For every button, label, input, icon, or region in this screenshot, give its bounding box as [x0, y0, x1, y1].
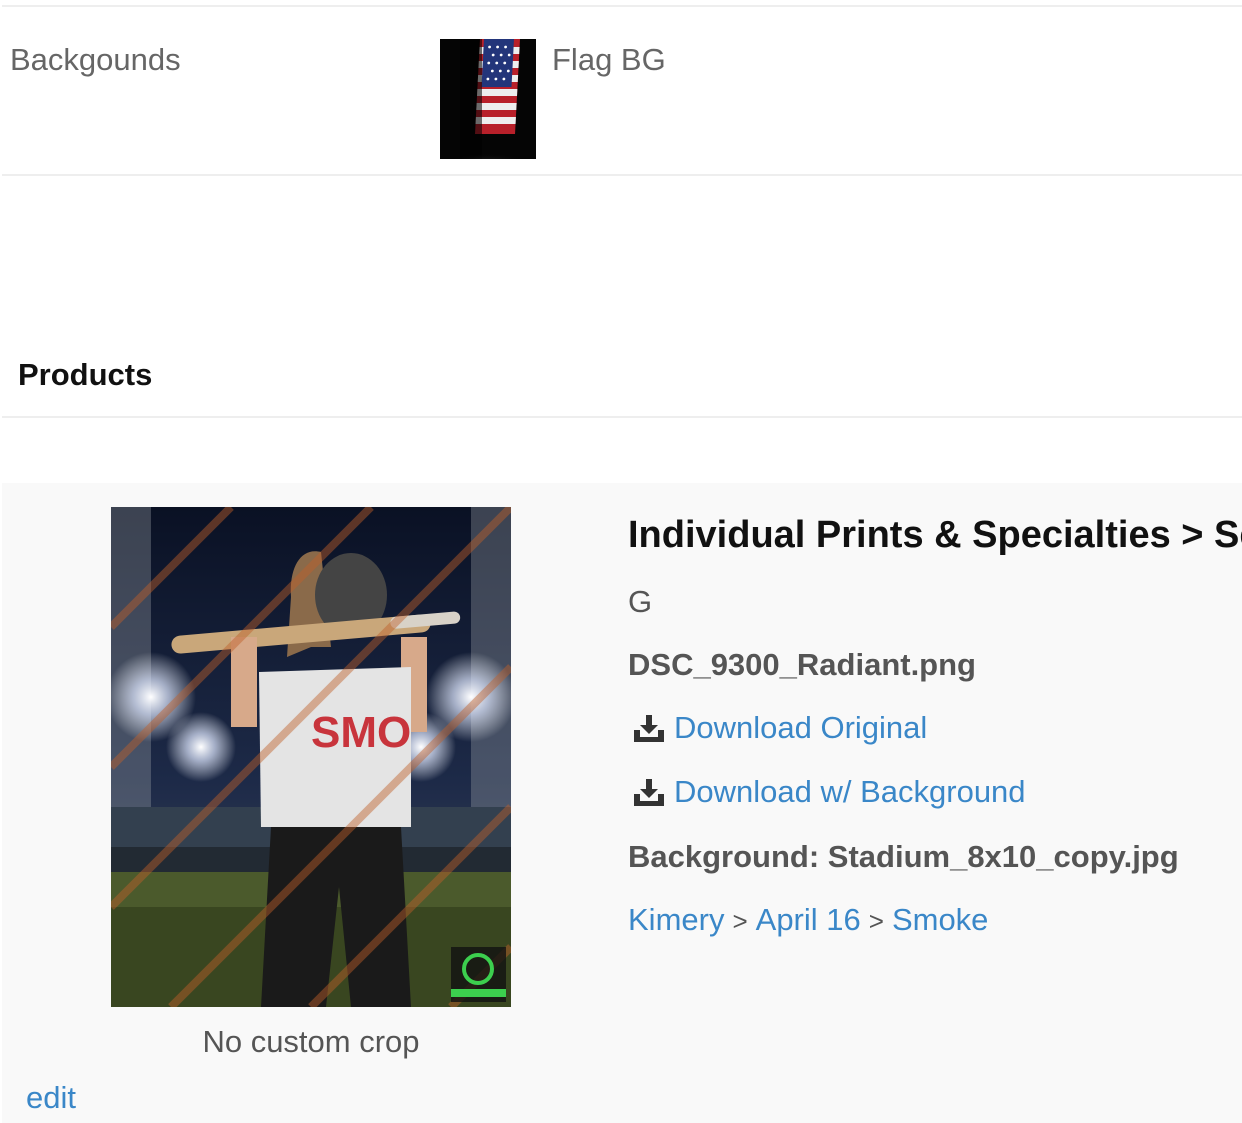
breadcrumb-separator: >	[732, 906, 748, 936]
edit-link[interactable]: edit	[26, 1080, 76, 1116]
breadcrumb-kimery[interactable]: Kimery	[628, 902, 724, 937]
download-icon	[632, 777, 666, 807]
background-name: Flag BG	[552, 42, 666, 77]
products-divider	[2, 416, 1242, 418]
product-photo[interactable]: SMO	[111, 507, 511, 1007]
download-original-link[interactable]: Download Original	[632, 710, 927, 746]
products-heading: Products	[18, 357, 153, 392]
crop-status: No custom crop	[202, 1024, 420, 1059]
product-filename: DSC_9300_Radiant.png	[628, 647, 976, 682]
svg-text:SMO: SMO	[311, 708, 411, 757]
breadcrumb-separator: >	[868, 906, 884, 936]
breadcrumb-smoke[interactable]: Smoke	[892, 902, 988, 937]
section-divider	[2, 174, 1242, 176]
backgrounds-label: Backgounds	[10, 42, 181, 77]
product-background: Background: Stadium_8x10_copy.jpg	[628, 839, 1179, 874]
top-divider	[2, 5, 1242, 7]
product-title: Individual Prints & Specialties > Set	[628, 514, 1242, 556]
download-original-label: Download Original	[674, 710, 928, 745]
download-with-background-link[interactable]: Download w/ Background	[632, 774, 1026, 810]
product-size: G	[628, 584, 653, 619]
breadcrumb-april-16[interactable]: April 16	[756, 902, 861, 937]
breadcrumb: Kimery > April 16 > Smoke	[628, 902, 988, 938]
download-icon	[632, 713, 666, 743]
flag-background-thumbnail[interactable]	[440, 39, 536, 159]
download-with-background-label: Download w/ Background	[674, 774, 1026, 809]
